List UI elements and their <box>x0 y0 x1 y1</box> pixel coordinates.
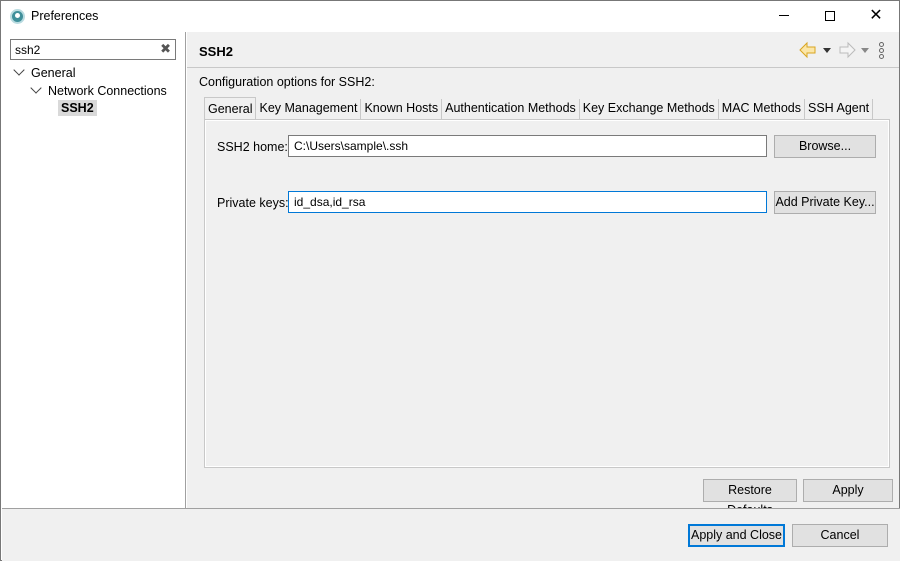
private-keys-field[interactable] <box>288 191 767 213</box>
tab-key-management[interactable]: Key Management <box>256 99 362 119</box>
private-keys-label: Private keys: <box>217 196 289 210</box>
chevron-down-icon[interactable] <box>30 82 42 94</box>
title-bar: Preferences ✕ <box>1 1 899 32</box>
page-title: SSH2 <box>199 44 233 59</box>
ssh2-home-input[interactable] <box>294 139 761 153</box>
maximize-button[interactable] <box>807 1 853 32</box>
tab-known-hosts[interactable]: Known Hosts <box>361 99 443 119</box>
ssh2-home-field[interactable] <box>288 135 767 157</box>
page-description: Configuration options for SSH2: <box>199 75 375 89</box>
close-icon: ✕ <box>869 7 883 24</box>
tree-item-network-connections[interactable]: Network Connections <box>30 82 167 98</box>
tree-item-general[interactable]: General <box>13 64 76 80</box>
tab-general[interactable]: General <box>204 97 257 119</box>
app-icon <box>10 9 25 24</box>
window-title: Preferences <box>31 9 99 23</box>
restore-defaults-button[interactable]: Restore Defaults <box>703 479 797 517</box>
view-menu-icon[interactable] <box>879 42 885 59</box>
add-private-key-button[interactable]: Add Private Key... <box>774 191 876 214</box>
forward-dropdown-icon[interactable] <box>861 48 869 53</box>
preference-page: SSH2 Configuration options for SSH2: Gen… <box>187 32 899 517</box>
forward-arrow-icon[interactable] <box>837 41 857 59</box>
tree-item-label: General <box>31 66 76 80</box>
preferences-tree-panel: ✖ General Network Connections SSH2 <box>2 32 186 508</box>
chevron-down-icon[interactable] <box>13 64 25 76</box>
dialog-button-bar: Apply and Close Cancel <box>2 508 900 561</box>
tab-ssh-agent[interactable]: SSH Agent <box>805 99 874 119</box>
page-header: SSH2 <box>187 32 899 68</box>
apply-button[interactable]: Apply <box>803 479 893 502</box>
close-button[interactable]: ✕ <box>853 1 899 32</box>
browse-button[interactable]: Browse... <box>774 135 876 158</box>
minimize-button[interactable] <box>761 1 807 32</box>
minimize-icon <box>779 15 789 17</box>
tree-item-label: Network Connections <box>48 84 167 98</box>
tab-authentication-methods[interactable]: Authentication Methods <box>442 99 580 119</box>
preferences-window: Preferences ✕ ✖ General Network Connecti… <box>0 0 900 561</box>
back-dropdown-icon[interactable] <box>823 48 831 53</box>
apply-and-close-button[interactable]: Apply and Close <box>688 524 785 547</box>
tab-key-exchange-methods[interactable]: Key Exchange Methods <box>579 99 719 119</box>
clear-filter-icon[interactable]: ✖ <box>160 41 171 57</box>
general-tab-panel: SSH2 home: Browse... Private keys: Add P… <box>204 119 890 468</box>
tab-bar: General Key Management Known Hosts Authe… <box>204 97 874 119</box>
tree-item-ssh2[interactable]: SSH2 <box>58 100 97 116</box>
private-keys-input[interactable] <box>294 195 761 209</box>
back-arrow-icon[interactable] <box>798 41 818 59</box>
cancel-button[interactable]: Cancel <box>792 524 888 547</box>
maximize-icon <box>825 10 835 21</box>
tree-item-label: SSH2 <box>58 100 97 116</box>
ssh2-home-label: SSH2 home: <box>217 140 288 154</box>
filter-field[interactable]: ✖ <box>10 39 176 60</box>
filter-input[interactable] <box>15 42 155 57</box>
tab-mac-methods[interactable]: MAC Methods <box>718 99 805 119</box>
